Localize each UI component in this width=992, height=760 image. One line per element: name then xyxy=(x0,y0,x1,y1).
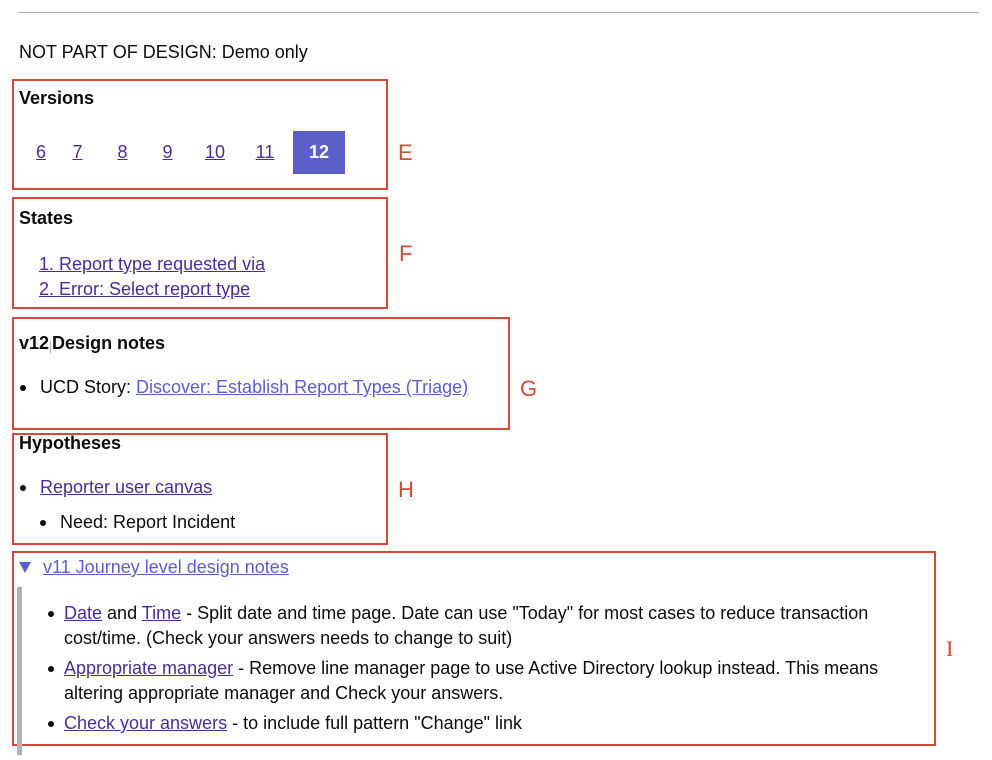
journey-notes-summary-link[interactable]: v11 Journey level design notes xyxy=(43,557,289,578)
ucd-story-link[interactable]: Discover: Establish Report Types (Triage… xyxy=(136,377,468,398)
states-heading: States xyxy=(19,208,74,228)
design-notes-version: v12 xyxy=(19,333,50,353)
version-current-12: 12 xyxy=(293,131,345,174)
annotation-label-i: I xyxy=(946,636,954,661)
version-link-7[interactable]: 7 xyxy=(55,131,100,174)
journey-note-check-answers: Check your answers - to include full pat… xyxy=(48,711,928,736)
design-notes-heading: v12 Design notes xyxy=(19,333,165,354)
version-link-9[interactable]: 9 xyxy=(145,131,190,174)
ucd-story-prefix: UCD Story: xyxy=(40,377,132,397)
versions-nav: 6 7 8 9 10 11 12 xyxy=(27,131,345,174)
reporter-user-canvas-link[interactable]: Reporter user canvas xyxy=(40,477,212,498)
date-time-note-text: - Split date and time page. Date can use… xyxy=(64,603,869,648)
and-text: and xyxy=(107,603,138,623)
time-link[interactable]: Time xyxy=(142,603,181,623)
date-link[interactable]: Date xyxy=(64,603,102,623)
version-link-8[interactable]: 8 xyxy=(100,131,145,174)
ucd-story-item: UCD Story: Discover: Establish Report Ty… xyxy=(20,377,468,398)
demo-note: NOT PART OF DESIGN: Demo only xyxy=(19,42,308,62)
states-list: 1. Report type requested via 2. Error: S… xyxy=(39,252,265,302)
version-link-10[interactable]: 10 xyxy=(190,131,240,174)
journey-note-date-time: Date and Time - Split date and time page… xyxy=(48,601,928,651)
hypothesis-need-item: Need: Report Incident xyxy=(40,512,235,533)
check-your-answers-link[interactable]: Check your answers xyxy=(64,713,227,733)
expanded-triangle-icon xyxy=(19,562,31,573)
annotation-label-e: E xyxy=(398,140,413,165)
state-link-report-type-requested[interactable]: 1. Report type requested via xyxy=(39,254,265,274)
hypothesis-canvas-item: Reporter user canvas xyxy=(20,477,212,498)
journey-notes-toggle[interactable]: v11 Journey level design notes xyxy=(19,557,289,578)
bullet xyxy=(20,484,26,491)
need-text: Need: Report Incident xyxy=(60,512,236,532)
bullet xyxy=(40,519,46,526)
design-notes-title: Design notes xyxy=(52,333,166,353)
details-left-border xyxy=(17,587,22,755)
state-link-error-select-report-type[interactable]: 2. Error: Select report type xyxy=(39,279,250,299)
version-link-6[interactable]: 6 xyxy=(27,131,55,174)
check-answers-note-text: - to include full pattern "Change" link xyxy=(232,713,523,733)
annotation-label-g: G xyxy=(520,376,538,401)
hypotheses-heading: Hypotheses xyxy=(19,433,122,453)
annotation-label-h: H xyxy=(398,477,414,502)
version-link-11[interactable]: 11 xyxy=(240,131,290,174)
annotation-label-f: F xyxy=(399,241,413,266)
heading-separator xyxy=(50,341,52,353)
top-divider xyxy=(18,12,979,13)
journey-notes-list: Date and Time - Split date and time page… xyxy=(48,601,928,741)
appropriate-manager-link[interactable]: Appropriate manager xyxy=(64,658,233,678)
versions-heading: Versions xyxy=(19,88,95,108)
bullet xyxy=(20,384,26,391)
journey-note-appropriate-manager: Appropriate manager - Remove line manage… xyxy=(48,656,928,706)
